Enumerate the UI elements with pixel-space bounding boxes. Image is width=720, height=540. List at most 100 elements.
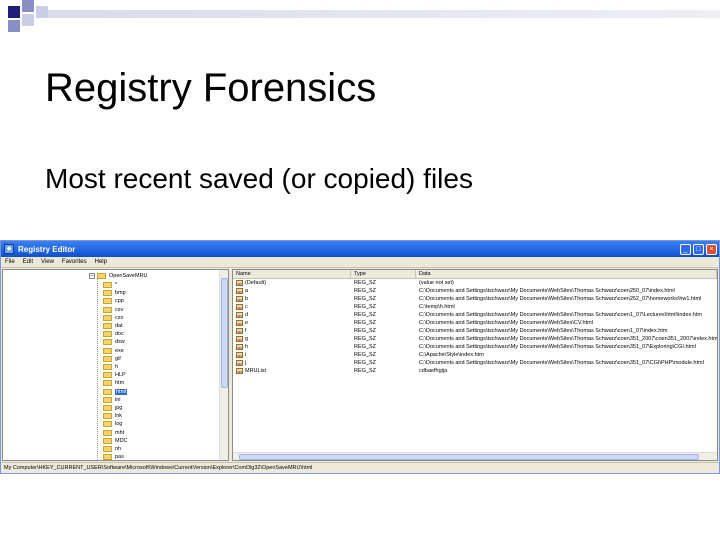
value-type: REG_SZ <box>354 320 377 326</box>
tree-item-label: dat <box>115 323 123 329</box>
tree-item-label: dsw <box>115 339 125 346</box>
table-row[interactable]: ab j REG_SZ C:\Documents and Settings\tschw… <box>233 359 717 367</box>
menu-help[interactable]: Help <box>95 259 107 265</box>
tree-item-label: nh <box>115 446 122 452</box>
tree-item[interactable]: mht <box>103 429 124 437</box>
table-row[interactable]: ab d REG_SZ C:\Documents and Settings\tschw… <box>233 311 717 319</box>
collapse-icon[interactable]: − <box>89 273 95 279</box>
folder-icon <box>103 421 112 428</box>
tree-item[interactable]: dat <box>103 322 123 330</box>
table-row[interactable]: ab f REG_SZ C:\Documents and Settings\tschw… <box>233 327 717 335</box>
corner-square-mid <box>22 0 34 12</box>
string-value-icon: ab <box>236 279 243 286</box>
list-horizontal-scrollbar[interactable] <box>233 452 717 460</box>
value-name: i <box>245 352 247 358</box>
folder-icon <box>103 298 112 305</box>
tree-item[interactable]: htm <box>103 379 124 387</box>
tree-item[interactable]: bmp <box>103 289 126 297</box>
value-list[interactable]: Name Type Data ab (Default) REG_SZ (value n… <box>232 269 718 461</box>
table-row[interactable]: ab g REG_SZ C:\Documents and Settings\tschw… <box>233 335 717 343</box>
tree-item[interactable]: jpg <box>103 404 122 412</box>
folder-icon <box>103 323 112 329</box>
column-header-name[interactable]: Name <box>233 270 351 278</box>
table-row[interactable]: ab b REG_SZ C:\Documents and Settings\tschw… <box>233 295 717 303</box>
value-data: C:\Documents and Settings\tschwarz\My Do… <box>419 336 717 342</box>
string-value-icon: ab <box>236 319 243 326</box>
table-row[interactable]: ab (Default) REG_SZ (value not set) <box>233 279 717 287</box>
table-row[interactable]: ab MRUList REG_SZ cdbaefhgija <box>233 367 717 375</box>
window-titlebar[interactable]: ◆ Registry Editor _ □ × <box>1 241 719 257</box>
tree-item-label: bmp <box>115 290 126 297</box>
tree-item-label: lnk <box>115 413 123 420</box>
menu-view[interactable]: View <box>41 259 54 265</box>
menu-favorites[interactable]: Favorites <box>62 259 87 265</box>
tree-item[interactable]: * <box>103 281 117 289</box>
table-row[interactable]: ab c REG_SZ C:\temp\h.html <box>233 303 717 311</box>
table-row[interactable]: ab i REG_SZ C:\Apache\Style\index.htm <box>233 351 717 359</box>
tree-item-label: pas <box>115 454 124 461</box>
table-row[interactable]: ab e REG_SZ C:\Documents and Settings\tschw… <box>233 319 717 327</box>
folder-icon <box>103 396 112 403</box>
menu-file[interactable]: File <box>5 259 15 265</box>
value-name: c <box>245 304 248 310</box>
value-type: REG_SZ <box>354 368 377 374</box>
tree-item-label: jpg <box>115 405 123 411</box>
value-data: C:\Documents and Settings\tschwarz\My Do… <box>419 328 668 334</box>
value-data: C:\temp\h.html <box>419 304 455 310</box>
tree-item[interactable]: doc <box>103 330 124 338</box>
value-type: REG_SZ <box>354 328 377 334</box>
folder-icon <box>103 355 112 362</box>
value-name-cell: ab e <box>233 319 351 327</box>
tree-item[interactable]: log <box>103 420 122 428</box>
folder-icon <box>103 331 112 338</box>
column-header-type[interactable]: Type <box>351 270 416 278</box>
value-name-cell: ab c <box>233 303 351 311</box>
close-button[interactable]: × <box>706 243 717 255</box>
tree-item[interactable]: HLP <box>103 371 126 379</box>
tree-item[interactable]: csv <box>103 306 123 314</box>
table-row[interactable]: ab h REG_SZ C:\Documents and Settings\tschw… <box>233 343 717 351</box>
folder-icon <box>103 388 112 395</box>
slide-bullet: Most recent saved (or copied) files <box>45 163 473 194</box>
folder-icon <box>103 446 112 452</box>
tree-item[interactable]: gif <box>103 355 121 363</box>
value-data: C:\Apache\Style\index.htm <box>419 352 484 358</box>
value-type: REG_SZ <box>354 352 377 358</box>
value-name-cell: ab b <box>233 295 351 303</box>
value-type: REG_SZ <box>354 296 377 302</box>
folder-open-icon <box>97 273 106 279</box>
maximize-button[interactable]: □ <box>693 243 704 255</box>
tree-item-label: cpp <box>115 298 124 305</box>
folder-icon <box>103 437 112 444</box>
tree-root[interactable]: − OpenSaveMRU <box>89 272 148 280</box>
key-tree[interactable]: − OpenSaveMRU * bmp cpp csv cxx dat doc dsw exe g… <box>2 269 229 461</box>
table-row[interactable]: ab a REG_SZ C:\Documents and Settings\tschw… <box>233 287 717 295</box>
tree-item[interactable]: dsw <box>103 338 125 346</box>
value-name-cell: ab h <box>233 343 351 351</box>
tree-item[interactable]: exe <box>103 347 124 355</box>
tree-item[interactable]: MDC <box>103 437 128 445</box>
tree-item[interactable]: lnk <box>103 412 122 420</box>
minimize-button[interactable]: _ <box>680 243 691 255</box>
tree-item-label: ini <box>115 396 121 403</box>
menu-edit[interactable]: Edit <box>23 259 33 265</box>
folder-icon <box>103 314 112 321</box>
tree-scroll-thumb[interactable] <box>221 278 228 388</box>
tree-scrollbar[interactable] <box>219 270 228 460</box>
tree-item[interactable]: h <box>103 363 118 371</box>
tree-item[interactable]: cxx <box>103 314 123 322</box>
tree-item[interactable]: html <box>103 388 128 396</box>
string-value-icon: ab <box>236 359 243 366</box>
tree-item[interactable]: nh <box>103 445 121 453</box>
value-data: C:\Documents and Settings\tschwarz\My Do… <box>419 344 696 350</box>
value-name: j <box>245 360 247 366</box>
value-type: REG_SZ <box>354 344 377 350</box>
tree-item[interactable]: pas <box>103 453 124 461</box>
list-scroll-thumb[interactable] <box>239 454 699 460</box>
slide-title: Registry Forensics <box>45 66 377 110</box>
tree-item[interactable]: cpp <box>103 297 124 305</box>
value-name-cell: ab MRUList <box>233 367 351 375</box>
column-header-data[interactable]: Data <box>416 270 717 278</box>
editor-panes: − OpenSaveMRU * bmp cpp csv cxx dat doc dsw exe g… <box>2 269 718 461</box>
tree-item[interactable]: ini <box>103 396 121 404</box>
